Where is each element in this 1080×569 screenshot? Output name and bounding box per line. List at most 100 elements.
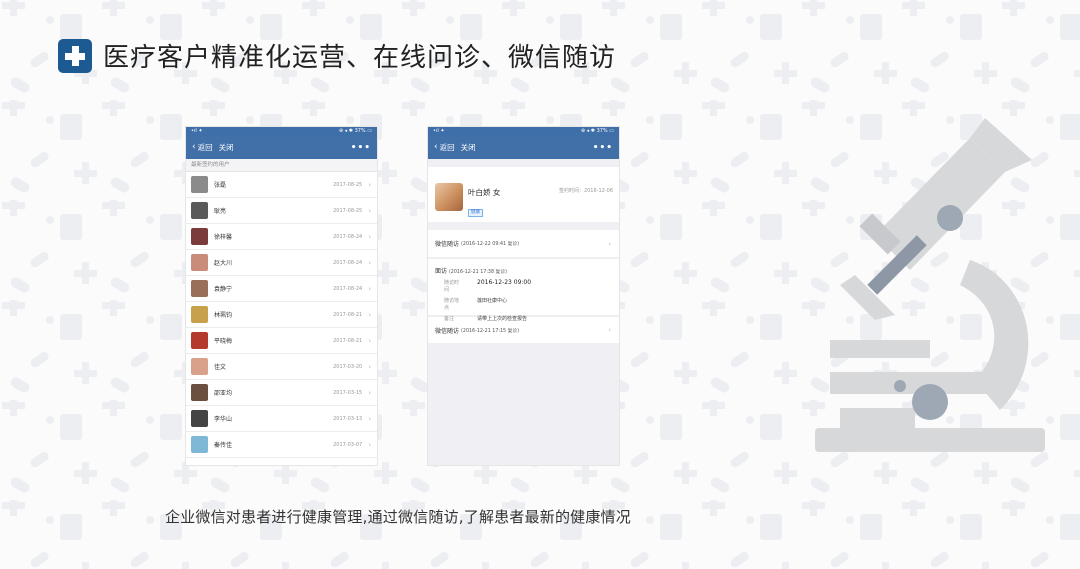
user-name: 李华山 [214,416,233,423]
list-item[interactable]: 林珮钧 2017-08-21 › [186,302,377,328]
avatar [191,176,208,193]
user-name: 邵亚均 [214,390,233,397]
patient-name: 叶白娇 女 [468,188,501,197]
user-name: 耿亮 [214,208,227,215]
chevron-right-icon: › [368,232,371,241]
nav-bar: ‹ 返回 关闭 ••• [186,136,377,159]
status-bar: •ıl ✦ ⊕ ◂ ✱ 37% ▭ [428,127,619,136]
user-list: 张磊 2017-08-25 › 耿亮 2017-08-25 › 徐梓馨 2017-08-24 ›… [186,172,377,458]
microscope-icon [815,118,1045,452]
chevron-right-icon: › [368,180,371,189]
meeting-time-value: 2016-12-23 09:00 [477,279,532,286]
chevron-right-icon: › [368,414,371,423]
sign-date: 签约时间：2016-12-06 [558,188,613,194]
signal-icon: •ıl ✦ [433,128,445,134]
avatar [191,280,208,297]
user-date: 2017-03-20 [333,363,363,370]
list-item[interactable]: 佳文 2017-03-20 › [186,354,377,380]
avatar [191,410,208,427]
page-title: 医疗客户精准化运营、在线问诊、微信随访 [103,43,617,73]
meeting-note-label: 备注 [444,316,455,322]
avatar [435,183,463,211]
more-icon[interactable]: ••• [593,143,613,153]
user-name: 张磊 [214,182,227,189]
user-name: 秦传佳 [214,442,233,449]
list-item[interactable]: 秦传佳 2017-03-07 › [186,432,377,458]
meeting-date: (2016-12-21 17:38 复诊) [448,270,508,275]
chevron-right-icon: › [368,362,371,371]
phone-screenshot-patient-detail: •ıl ✦ ⊕ ◂ ✱ 37% ▭ ‹ 返回 关闭 ••• 叶白娇 女 健康 签… [428,127,619,465]
visit-label: 微信随访 [435,241,460,248]
user-date: 2017-08-21 [333,311,363,318]
user-date: 2017-08-25 [333,181,363,188]
patient-profile: 叶白娇 女 健康 签约时间：2016-12-06 [428,167,619,222]
user-date: 2017-03-13 [333,415,363,422]
back-label: 返回 [197,143,213,152]
avatar [191,202,208,219]
meeting-time-label: 随访时间 [444,280,460,293]
avatar [191,436,208,453]
chevron-right-icon: › [608,326,611,334]
user-name: 袁静宁 [214,286,233,293]
avatar [191,332,208,349]
visit-date: (2016-12-22 09:41 复诊) [461,242,520,247]
chevron-right-icon: › [368,310,371,319]
avatar [191,306,208,323]
phone-screenshot-contact-list: •ıl ✦ ⊕ ◂ ✱ 37% ▭ ‹ 返回 关闭 ••• 最新签约的用户 张磊… [186,127,377,465]
chevron-right-icon: › [608,239,611,248]
list-item[interactable]: 耿亮 2017-08-25 › [186,198,377,224]
close-button[interactable]: 关闭 [219,142,234,153]
list-item[interactable]: 袁静宁 2017-08-24 › [186,276,377,302]
list-item[interactable]: 平晓梅 2017-08-21 › [186,328,377,354]
back-label: 返回 [439,143,455,152]
visit-record-row[interactable]: 微信随访 (2016-12-22 09:41 复诊) › [428,230,619,257]
back-button[interactable]: ‹ 返回 [434,142,455,153]
chevron-right-icon: › [368,206,371,215]
chevron-right-icon: › [368,336,371,345]
more-icon[interactable]: ••• [351,143,371,153]
user-date: 2017-08-24 [333,233,363,240]
avatar [191,228,208,245]
chevron-right-icon: › [368,388,371,397]
caption-text: 企业微信对患者进行健康管理,通过微信随访,了解患者最新的健康情况 [165,508,631,526]
battery-icon: ⊕ ◂ ✱ 37% ▭ [338,128,372,134]
user-name: 赵大川 [214,260,233,267]
chevron-right-icon: › [368,258,371,267]
user-name: 林珮钧 [214,312,233,319]
chevron-left-icon: ‹ [434,142,438,152]
signal-icon: •ıl ✦ [191,128,203,134]
chevron-left-icon: ‹ [192,142,196,152]
user-date: 2017-03-15 [333,389,363,396]
chevron-right-icon: › [368,440,371,449]
user-date: 2017-08-25 [333,207,363,214]
avatar [191,384,208,401]
nav-bar: ‹ 返回 关闭 ••• [428,136,619,159]
battery-icon: ⊕ ◂ ✱ 37% ▭ [580,128,614,134]
user-date: 2017-03-07 [333,441,363,448]
list-item[interactable]: 赵大川 2017-08-24 › [186,250,377,276]
chevron-right-icon: › [368,284,371,293]
visit-date: (2016-12-21 17:15 复诊) [461,328,520,334]
status-bar: •ıl ✦ ⊕ ◂ ✱ 37% ▭ [186,127,377,136]
list-item[interactable]: 李华山 2017-03-13 › [186,406,377,432]
back-button[interactable]: ‹ 返回 [192,142,213,153]
visit-label: 微信随访 [435,327,460,335]
status-badge: 健康 [468,209,483,217]
list-item[interactable]: 徐梓馨 2017-08-24 › [186,224,377,250]
meeting-place-value: 莲田社康中心 [477,298,508,304]
meeting-record: 面访 (2016-12-21 17:38 复诊) 随访时间 2016-12-23… [428,258,619,322]
user-name: 佳文 [214,364,227,371]
user-name: 平晓梅 [214,338,233,345]
meeting-place-label: 随访地点 [444,298,460,311]
medical-cross-icon [58,39,92,73]
list-item[interactable]: 邵亚均 2017-03-15 › [186,380,377,406]
user-date: 2017-08-21 [333,337,363,344]
list-item[interactable]: 张磊 2017-08-25 › [186,172,377,198]
meeting-label: 面访 [435,268,448,275]
user-name: 徐梓馨 [214,234,233,241]
close-button[interactable]: 关闭 [461,142,476,153]
section-header: 最新签约的用户 [186,159,377,172]
user-date: 2017-08-24 [333,285,363,292]
user-date: 2017-08-24 [333,259,363,266]
avatar [191,358,208,375]
